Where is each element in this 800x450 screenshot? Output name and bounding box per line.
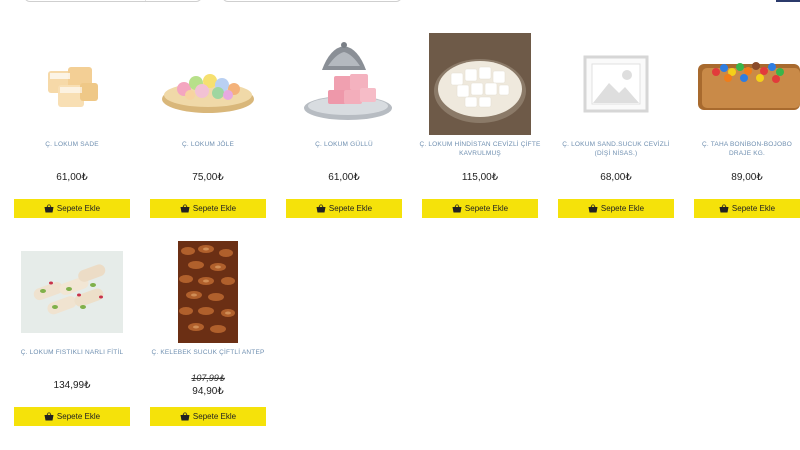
product-image[interactable] <box>422 30 538 138</box>
product-name[interactable]: Ç. LOKUM HİNDİSTAN CEVİZLİ ÇİFTE KAVRULM… <box>418 140 542 158</box>
product-price: 61,00₺ <box>56 172 88 183</box>
product-image[interactable] <box>558 30 674 138</box>
image-placeholder-icon <box>583 55 649 113</box>
add-to-cart-label: Sepete Ekle <box>56 412 101 421</box>
add-to-cart-button[interactable]: Sepete Ekle <box>286 199 402 218</box>
product-price: 61,00₺ <box>328 172 360 183</box>
product-name[interactable]: Ç. LOKUM GÜLLÜ <box>282 140 406 149</box>
product-price: 89,00₺ <box>731 172 763 183</box>
basket-icon <box>588 204 598 213</box>
add-to-cart-button[interactable]: Sepete Ekle <box>694 199 800 218</box>
coconut-lokum-plate-icon <box>429 33 531 135</box>
product-price: 94,90₺ <box>192 386 224 397</box>
basket-icon <box>452 204 462 213</box>
product-image[interactable] <box>694 30 800 138</box>
pistachio-lokum-rolls-icon <box>21 251 123 333</box>
add-to-cart-button[interactable]: Sepete Ekle <box>422 199 538 218</box>
product-name[interactable]: Ç. TAHA BONİBON-BOJOBO DRAJE KG. <box>690 140 800 158</box>
sort-select[interactable] <box>24 0 202 2</box>
product-image[interactable] <box>14 238 130 346</box>
basket-icon <box>719 204 729 213</box>
filter-select[interactable] <box>222 0 402 2</box>
walnut-sucuk-pile-icon <box>178 241 238 343</box>
product-image[interactable] <box>150 30 266 138</box>
add-to-cart-button[interactable]: Sepete Ekle <box>14 199 130 218</box>
product-name[interactable]: Ç. LOKUM FISTIKLI NARLI FİTİL <box>10 348 134 357</box>
add-to-cart-button[interactable]: Sepete Ekle <box>150 199 266 218</box>
add-to-cart-label: Sepete Ekle <box>56 204 101 213</box>
add-to-cart-button[interactable]: Sepete Ekle <box>558 199 674 218</box>
product-price: 115,00₺ <box>461 172 499 183</box>
product-price: 68,00₺ <box>600 172 632 183</box>
product-image[interactable] <box>286 30 402 138</box>
add-to-cart-label: Sepete Ekle <box>600 204 645 213</box>
basket-icon <box>180 204 190 213</box>
jelly-lokum-bowl-icon <box>162 74 254 113</box>
basket-icon <box>44 204 54 213</box>
add-to-cart-label: Sepete Ekle <box>464 204 509 213</box>
basket-icon <box>316 204 326 213</box>
add-to-cart-label: Sepete Ekle <box>731 204 776 213</box>
add-to-cart-label: Sepete Ekle <box>192 204 237 213</box>
product-image[interactable] <box>14 30 130 138</box>
candy-dragee-box-icon <box>698 62 800 110</box>
product-image[interactable] <box>150 238 266 346</box>
add-to-cart-button[interactable]: Sepete Ekle <box>14 407 130 426</box>
basket-icon <box>44 412 54 421</box>
add-to-cart-button[interactable]: Sepete Ekle <box>150 407 266 426</box>
add-to-cart-label: Sepete Ekle <box>328 204 373 213</box>
basket-icon <box>180 412 190 421</box>
product-price: 75,00₺ <box>192 172 224 183</box>
product-price: 134,99₺ <box>53 380 91 391</box>
plain-lokum-icon <box>48 67 98 107</box>
product-name[interactable]: Ç. LOKUM SADE <box>10 140 134 149</box>
product-name[interactable]: Ç. LOKUM SAND.SUCUK CEVİZLİ (DİŞİ NİSAS.… <box>554 140 678 158</box>
product-name[interactable]: Ç. KELEBEK SUCUK ÇİFTLİ ANTEP <box>146 348 270 357</box>
view-toggle-button[interactable] <box>776 0 800 2</box>
rose-lokum-dish-icon <box>304 42 392 120</box>
product-name[interactable]: Ç. LOKUM JÖLE <box>146 140 270 149</box>
add-to-cart-label: Sepete Ekle <box>192 412 237 421</box>
product-old-price: 107,99₺ <box>191 373 225 383</box>
